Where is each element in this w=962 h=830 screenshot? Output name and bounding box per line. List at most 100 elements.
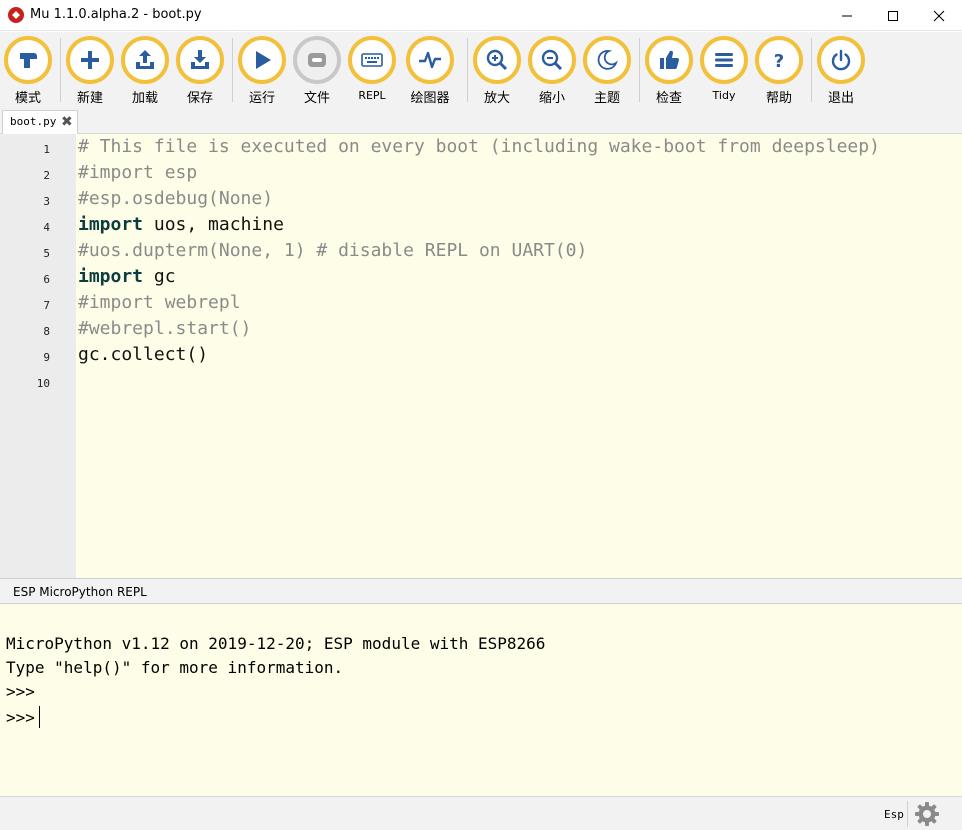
- import-modules: uos, machine: [143, 214, 284, 235]
- check-label: 检查: [655, 91, 682, 106]
- status-bar: Esp: [0, 796, 962, 830]
- toolbar-separator: [232, 38, 233, 102]
- line-number: 5: [43, 247, 50, 260]
- theme-label: 主题: [593, 91, 620, 106]
- save-button[interactable]: 保存: [172, 36, 228, 106]
- repl-output-line: MicroPython v1.12 on 2019-12-20; ESP mod…: [6, 634, 546, 653]
- tidy-label: Tidy: [712, 89, 736, 102]
- theme-button[interactable]: 主题: [579, 36, 635, 106]
- repl-button[interactable]: REPL: [344, 36, 400, 106]
- code-line-import: import gc: [78, 266, 176, 287]
- tidy-button[interactable]: Tidy: [696, 36, 752, 106]
- mode-icon: [20, 53, 37, 68]
- check-button[interactable]: 检查: [641, 36, 697, 106]
- line-number: 2: [43, 169, 50, 182]
- line-number: 6: [43, 273, 50, 286]
- plotter-icon: [419, 51, 441, 69]
- repl-active-prompt[interactable]: >>>: [6, 706, 40, 728]
- tidy-icon: [715, 53, 733, 67]
- zoom-in-label: 放大: [483, 91, 510, 106]
- plotter-button[interactable]: 绘图器: [402, 36, 458, 106]
- code-line-comment: #esp.osdebug(None): [78, 188, 274, 209]
- repl-pane[interactable]: MicroPython v1.12 on 2019-12-20; ESP mod…: [0, 604, 962, 796]
- close-button[interactable]: [916, 0, 962, 31]
- maximize-button[interactable]: [870, 0, 916, 31]
- save-label: 保存: [186, 91, 213, 106]
- zoom-in-icon: [486, 49, 508, 71]
- repl-prompt: >>>: [6, 682, 35, 701]
- zoom-out-button[interactable]: 缩小: [524, 36, 580, 106]
- toolbar-separator: [467, 38, 468, 102]
- load-button[interactable]: 加载: [117, 36, 173, 106]
- minimize-button[interactable]: [824, 0, 870, 31]
- svg-text:?: ?: [774, 51, 784, 72]
- files-icon: [308, 53, 326, 67]
- line-number: 4: [43, 221, 50, 234]
- help-icon: ?: [774, 51, 784, 72]
- tab-bar: boot.py ✖: [0, 108, 962, 134]
- code-line-comment: #webrepl.start(): [78, 318, 252, 339]
- toolbar: 模式 新建 加载 保存 运行 文件 REPL 绘图器 放大 缩小 主题 检查 T…: [0, 32, 962, 108]
- window-title: Mu 1.1.0.alpha.2 - boot.py: [30, 7, 202, 22]
- new-label: 新建: [76, 91, 103, 106]
- toolbar-separator: [639, 38, 640, 102]
- download-icon: [191, 50, 209, 69]
- minimize-icon: [842, 15, 852, 16]
- run-button[interactable]: 运行: [234, 36, 290, 106]
- tab-label: boot.py: [10, 115, 57, 128]
- repl-output-line: Type "help()" for more information.: [6, 658, 344, 677]
- play-icon: [256, 51, 271, 69]
- code-line-comment: # This file is executed on every boot (i…: [78, 136, 880, 157]
- code-line-comment: #import esp: [78, 162, 198, 183]
- code-line-import: import uos, machine: [78, 214, 284, 235]
- quit-label: 退出: [827, 91, 854, 106]
- toolbar-separator: [811, 38, 812, 102]
- mode-label: 模式: [14, 91, 41, 106]
- line-number: 3: [43, 195, 50, 208]
- mu-logo-icon: [8, 7, 24, 23]
- repl-header: ESP MicroPython REPL: [0, 578, 962, 604]
- mode-button[interactable]: 模式: [0, 36, 56, 106]
- line-number: 9: [43, 351, 50, 364]
- code-line: gc.collect(): [78, 344, 209, 365]
- zoom-out-icon: [541, 49, 563, 71]
- line-number-gutter: 1 2 3 4 5 6 7 8 9 10: [0, 134, 76, 578]
- repl-prompt: >>>: [6, 708, 35, 727]
- mode-indicator[interactable]: Esp: [884, 808, 904, 821]
- help-button[interactable]: ? 帮助: [751, 36, 807, 106]
- power-icon: [831, 49, 851, 71]
- tab-boot-py[interactable]: boot.py ✖: [2, 110, 78, 134]
- close-icon: [933, 10, 945, 21]
- moon-icon: [597, 50, 618, 70]
- import-modules: gc: [143, 266, 176, 287]
- zoom-out-label: 缩小: [538, 91, 565, 106]
- status-separator: [907, 801, 908, 827]
- import-keyword: import: [78, 214, 144, 235]
- plotter-label: 绘图器: [410, 91, 450, 106]
- load-label: 加载: [131, 91, 158, 106]
- line-number: 7: [43, 299, 50, 312]
- import-keyword: import: [78, 266, 144, 287]
- repl-label: REPL: [358, 89, 386, 102]
- title-bar: Mu 1.1.0.alpha.2 - boot.py: [0, 0, 962, 31]
- code-line-comment: #uos.dupterm(None, 1) # disable REPL on …: [78, 240, 588, 261]
- quit-button[interactable]: 退出: [813, 36, 869, 106]
- run-label: 运行: [248, 91, 275, 106]
- text-cursor: [38, 706, 40, 728]
- line-number: 10: [36, 377, 50, 390]
- zoom-in-button[interactable]: 放大: [469, 36, 525, 106]
- toolbar-separator: [60, 38, 61, 102]
- keyboard-icon: [361, 53, 383, 67]
- upload-icon: [136, 50, 154, 69]
- help-label: 帮助: [765, 91, 792, 106]
- line-number: 8: [43, 325, 50, 338]
- code-editor[interactable]: 1 2 3 4 5 6 7 8 9 10 # This file is exec…: [0, 134, 962, 578]
- maximize-icon: [888, 10, 898, 21]
- files-button[interactable]: 文件: [289, 36, 345, 106]
- thumbs-up-icon: [660, 50, 679, 69]
- code-line-comment: #import webrepl: [78, 292, 241, 313]
- gear-icon[interactable]: [914, 801, 940, 827]
- line-number: 1: [43, 143, 50, 156]
- tab-close-icon[interactable]: ✖: [61, 114, 73, 130]
- new-button[interactable]: 新建: [62, 36, 118, 106]
